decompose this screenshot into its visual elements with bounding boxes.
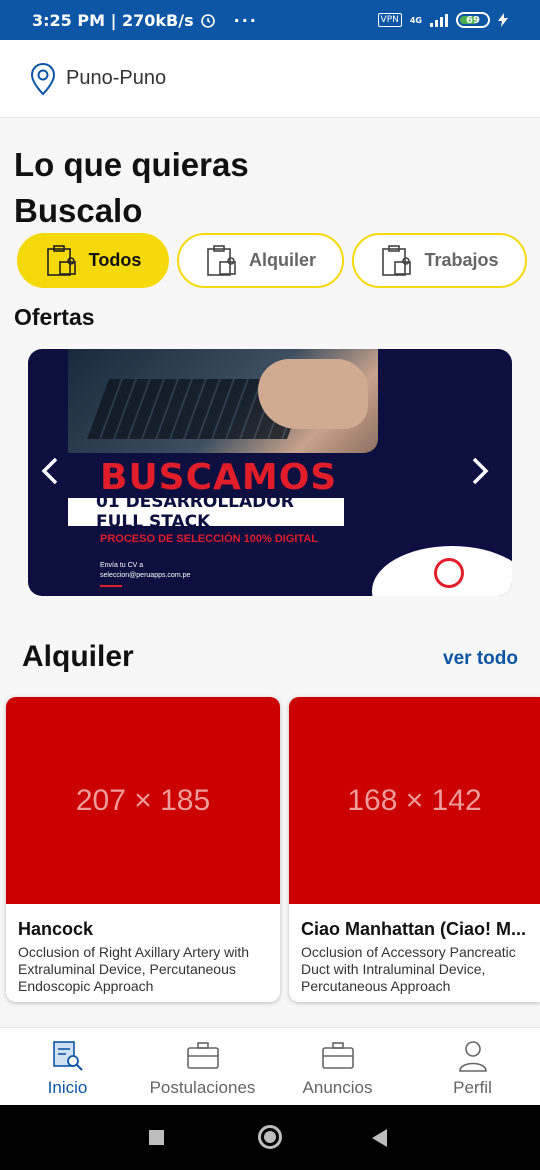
hero-title: Lo que quieras Buscalo <box>14 142 249 234</box>
bottom-navigation: Inicio Postulaciones Anuncios Perfil <box>0 1027 540 1105</box>
signal-icon <box>430 13 448 27</box>
banner-role: 01 DESARROLLADOR FULL STACK <box>68 492 344 532</box>
location-label: Puno-Puno <box>66 67 167 89</box>
filter-todos[interactable]: Todos <box>17 233 169 288</box>
banner-send-label: Envía tu CV a <box>100 562 144 569</box>
chevron-left-icon[interactable] <box>40 456 60 495</box>
battery-level: 69 <box>466 14 480 26</box>
rental-card[interactable]: 207 × 185 Hancock Occlusion of Right Axi… <box>6 697 280 1002</box>
card-description: Occlusion of Right Axillary Artery with … <box>18 944 250 994</box>
map-pin-icon <box>30 62 56 95</box>
offer-banner[interactable]: BUSCAMOS 01 DESARROLLADOR FULL STACK PRO… <box>28 349 512 596</box>
briefcase-box-icon <box>207 244 236 276</box>
chevron-right-icon[interactable] <box>470 456 490 495</box>
briefcase-box-icon <box>382 244 412 276</box>
recents-icon[interactable] <box>149 1130 164 1145</box>
nav-anuncios[interactable]: Anuncios <box>270 1028 405 1105</box>
banner-contact: Envía tu CV a seleccion@peruapps.com.pe <box>100 561 190 581</box>
briefcase-icon <box>321 1042 354 1069</box>
status-bar: 3:25 PM | 270kB/s ··· VPN 4G 69 <box>0 0 540 40</box>
banner-process: PROCESO DE SELECCIÓN 100% DIGITAL <box>100 533 319 545</box>
briefcase-box-icon <box>46 244 76 276</box>
card-title: Ciao Manhattan (Ciao! M... <box>301 919 526 939</box>
banner-email: seleccion@peruapps.com.pe <box>100 572 191 579</box>
category-filters: Todos Alquiler Trabajos <box>17 233 527 288</box>
alquiler-heading: Alquiler <box>22 640 134 673</box>
vpn-badge: VPN <box>377 13 402 27</box>
banner-accent-line <box>100 585 122 587</box>
filter-alquiler-label: Alquiler <box>248 250 316 270</box>
nav-inicio-label: Inicio <box>47 1078 88 1097</box>
card-description: Occlusion of Accessory Pancreatic Duct w… <box>301 944 516 994</box>
nav-postulaciones-label: Postulaciones <box>149 1078 256 1097</box>
ofertas-heading: Ofertas <box>14 304 95 330</box>
nav-anuncios-label: Anuncios <box>302 1078 373 1097</box>
hero-line-2: Buscalo <box>14 192 143 229</box>
filter-trabajos-label: Trabajos <box>424 250 499 270</box>
card-image-placeholder: 168 × 142 <box>289 697 540 904</box>
nav-perfil[interactable]: Perfil <box>405 1028 540 1105</box>
rental-card[interactable]: 168 × 142 Ciao Manhattan (Ciao! M... Occ… <box>289 697 540 1002</box>
nav-inicio[interactable]: Inicio <box>0 1028 135 1105</box>
nav-perfil-label: Perfil <box>453 1078 492 1097</box>
card-image-placeholder: 207 × 185 <box>6 697 280 904</box>
home-icon[interactable] <box>258 1125 282 1149</box>
more-dots-icon: ··· <box>233 10 258 30</box>
briefcase-icon <box>186 1042 219 1069</box>
nav-postulaciones[interactable]: Postulaciones <box>135 1028 270 1105</box>
filter-trabajos[interactable]: Trabajos <box>352 233 527 288</box>
battery-indicator: 69 <box>456 12 490 28</box>
see-all-link[interactable]: ver todo <box>443 648 518 670</box>
card-title: Hancock <box>18 919 94 939</box>
alarm-icon <box>200 14 215 28</box>
banner-hand <box>258 359 368 429</box>
system-navigation-bar <box>0 1105 540 1170</box>
back-icon[interactable] <box>372 1129 387 1147</box>
filter-alquiler[interactable]: Alquiler <box>177 233 344 288</box>
network-type: 4G <box>409 15 422 25</box>
filter-todos-label: Todos <box>88 250 142 270</box>
location-selector[interactable]: Puno-Puno <box>0 40 540 118</box>
status-time: 3:25 PM | 270kB/s <box>32 10 194 30</box>
user-icon <box>458 1041 487 1072</box>
hero-line-1: Lo que quieras <box>14 146 249 183</box>
charging-icon <box>498 13 508 27</box>
brand-logo-icon <box>434 558 464 588</box>
document-search-icon <box>52 1041 83 1071</box>
